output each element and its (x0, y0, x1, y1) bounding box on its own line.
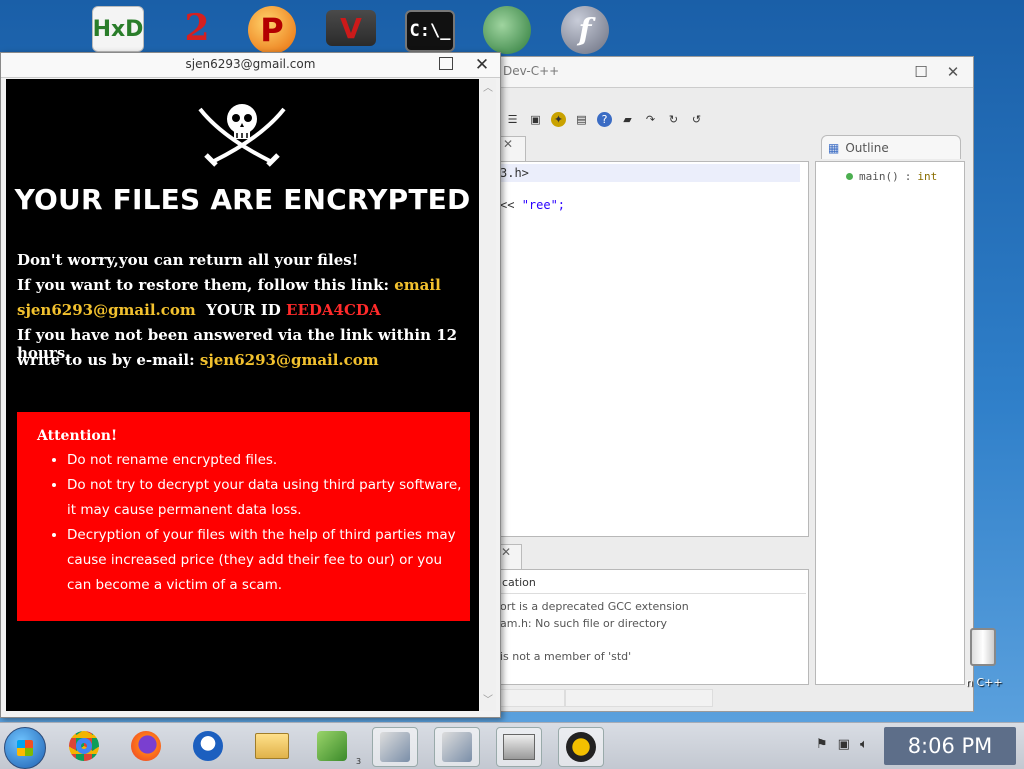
maximize-icon[interactable]: ☐ (907, 61, 935, 83)
app-window-icon[interactable] (496, 727, 542, 767)
system-tray: ⚑ ▣ 🔈︎ (816, 737, 868, 752)
contact-email: sjen6293@gmail.com (17, 301, 196, 319)
cmd-icon[interactable]: C:\_ (405, 10, 455, 52)
list-icon[interactable]: ☰ (505, 112, 520, 127)
skull-crossed-swords-icon (198, 104, 286, 167)
ide-statusbar (489, 687, 973, 709)
grid-icon[interactable]: ▤ (574, 112, 589, 127)
code-editor[interactable]: ✕ 3.h> << "ree"; (489, 136, 809, 537)
page-icon[interactable]: ▣ (528, 112, 543, 127)
outline-panel: main() : int (815, 161, 965, 685)
message-line: sjen6293@gmail.com YOUR ID EEDA4CDA (17, 301, 477, 319)
id-value: EEDA4CDA (286, 301, 381, 319)
outline-icon: ▦ (828, 140, 840, 155)
scrollbar[interactable]: ︿ ﹀ (480, 79, 496, 711)
hxd-icon[interactable]: HxD (92, 6, 144, 52)
problems-header: cation (490, 572, 806, 594)
headline: YOUR FILES ARE ENCRYPTED (14, 183, 471, 216)
step-icon[interactable]: ↷ (643, 112, 658, 127)
ide-titlebar: Dev-C++ ☐ ✕ (489, 57, 973, 88)
close-icon[interactable]: ✕ (467, 53, 497, 77)
code-string: "ree"; (521, 198, 566, 212)
message-text: If you want to restore them, follow this… (17, 276, 395, 294)
speaker-icon[interactable]: 🔈︎ (860, 737, 868, 752)
folder-icon[interactable] (250, 727, 294, 765)
problem-line[interactable]: am.h: No such file or directory (500, 617, 667, 630)
compile-icon[interactable]: ✦ (551, 111, 566, 127)
redo-icon[interactable]: ↺ (689, 112, 704, 127)
network-icon[interactable]: ▣ (838, 737, 850, 752)
attention-list: Do not rename encrypted files. Do not tr… (17, 448, 467, 598)
p-icon[interactable]: P (248, 6, 296, 54)
function-icon (846, 173, 853, 180)
maximize-icon[interactable] (439, 57, 453, 70)
list-item: Do not try to decrypt your data using th… (67, 473, 467, 523)
clock[interactable]: 8:06 PM (884, 727, 1016, 765)
outline-item-type: int (917, 170, 938, 183)
code-line: << "ree"; (500, 198, 565, 212)
obama-logo-icon[interactable] (186, 727, 230, 765)
taskbar: 3 ⚑ ▣ 🔈︎ 8:06 PM (0, 722, 1024, 769)
id-label: YOUR ID (206, 301, 281, 319)
problem-line[interactable]: is not a member of 'std' (500, 650, 631, 663)
windows-logo-icon (17, 740, 33, 756)
ide-title: Dev-C++ (503, 64, 560, 78)
status-cell (565, 689, 713, 707)
message-line: If you want to restore them, follow this… (17, 276, 477, 294)
start-button[interactable] (4, 727, 46, 769)
two-icon[interactable]: 2 (172, 6, 222, 50)
ransom-content: YOUR FILES ARE ENCRYPTED Don't worry,you… (6, 79, 479, 711)
email-link[interactable]: email (394, 276, 441, 294)
attention-title: Attention! (37, 428, 118, 444)
problem-line[interactable]: ort is a deprecated GCC extension (500, 600, 689, 613)
outline-item-sep: : (904, 170, 912, 183)
window-title: sjen6293@gmail.com (185, 57, 316, 71)
book-icon[interactable]: ▰ (620, 112, 635, 127)
flash-icon[interactable]: f (561, 6, 609, 54)
scroll-down-icon[interactable]: ﹀ (480, 693, 496, 709)
badge-count: 3 (356, 757, 362, 766)
flag-icon[interactable]: ⚑ (816, 737, 828, 752)
code-operator: << (500, 198, 522, 212)
tab-outline[interactable]: ▦ Outline (821, 135, 961, 159)
ransom-titlebar: sjen6293@gmail.com ✕ (1, 53, 500, 78)
recycle-bin-icon[interactable] (966, 626, 996, 666)
scroll-up-icon[interactable]: ︿ (480, 81, 496, 97)
ide-toolbar: ☰ ▣ ✦ ▤ ? ▰ ↷ ↻ ↺ (489, 104, 973, 134)
list-item: Do not rename encrypted files. (67, 448, 467, 473)
outline-item-name: main() (859, 170, 899, 183)
outline-item[interactable]: main() : int (846, 170, 937, 183)
chrome-icon[interactable] (62, 727, 106, 765)
network-app-icon[interactable] (310, 727, 354, 765)
message-text: write to us by e-mail: (17, 351, 200, 369)
help-icon[interactable]: ? (597, 111, 612, 127)
devcpp-icon[interactable] (558, 727, 604, 767)
firefox-icon[interactable] (124, 727, 168, 765)
outline-tab-label: Outline (845, 140, 889, 155)
attention-box: Attention! Do not rename encrypted files… (17, 412, 470, 621)
v-icon[interactable]: V (326, 10, 376, 46)
list-item: Decryption of your files with the help o… (67, 523, 467, 598)
installer-icon[interactable] (434, 727, 480, 767)
desktop-icon-label: n C++ (966, 676, 1003, 689)
message-line: Don't worry,you can return all your file… (17, 251, 359, 269)
status-cell (493, 689, 565, 707)
problems-panel: ✕ cation ort is a deprecated GCC extensi… (489, 544, 809, 685)
code-line: 3.h> (500, 166, 529, 180)
close-icon[interactable]: ✕ (939, 61, 967, 83)
refresh-icon[interactable]: ↻ (666, 112, 681, 127)
ide-window: Dev-C++ ☐ ✕ ☰ ▣ ✦ ▤ ? ▰ ↷ ↻ ↺ ✕ 3.h> << … (488, 56, 974, 712)
ransom-note-window: sjen6293@gmail.com ✕ YOUR FILES ARE ENCR… (0, 52, 501, 718)
contact-email: sjen6293@gmail.com (199, 351, 379, 369)
installer-icon[interactable] (372, 727, 418, 767)
current-line-highlight (490, 164, 800, 182)
message-line: write to us by e-mail: sjen6293@gmail.co… (17, 351, 477, 369)
ball-icon[interactable] (483, 6, 531, 54)
